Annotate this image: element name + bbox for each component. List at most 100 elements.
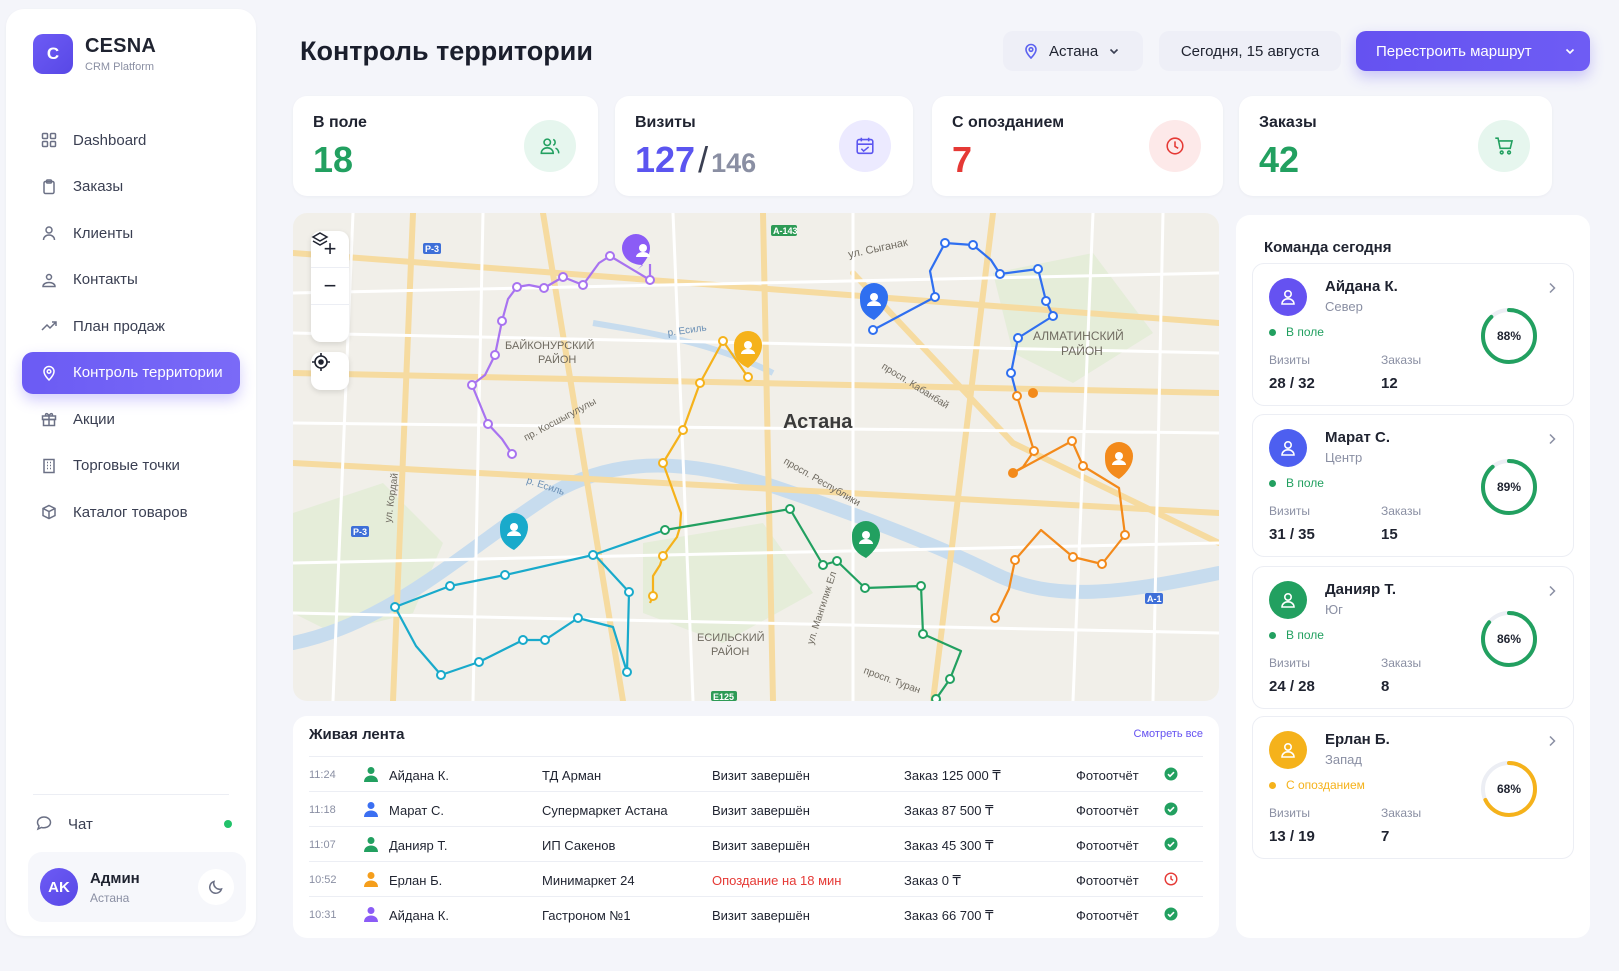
sidebar-item-orders[interactable]: Заказы [22,166,240,208]
chevron-right-icon[interactable] [1547,585,1557,597]
zoom-out-button[interactable]: − [311,268,349,305]
map-street-label: р. Есиль [667,323,707,339]
member-status-label: В поле [1286,628,1324,642]
sidebar-item-label: Клиенты [73,224,134,242]
team-member-card[interactable]: Ерлан Б. Запад С опозданием Визиты Заказы 13 … [1252,716,1574,859]
kpi-orders: Заказы 42 [1239,96,1552,196]
feed-agent-name[interactable]: Айдана К. [389,768,449,783]
member-status-label: В поле [1286,476,1324,490]
progress-percent: 88% [1496,329,1522,343]
avatar: AK [40,868,78,906]
theme-toggle-button[interactable] [198,869,234,905]
feed-outlet[interactable]: Супермаркет Астана [542,803,668,818]
kpi-visits-slash: / [698,139,709,180]
agent-pin-cyan[interactable] [500,513,528,550]
agent-pin-blue[interactable] [860,283,888,320]
sidebar-item-outlets[interactable]: Торговые точки [22,445,240,487]
map-district-label: БАЙКОНУРСКИЙ [505,339,594,352]
sidebar-item-dashboard[interactable]: Dashboard [22,119,240,161]
agent-pin-green[interactable] [852,521,880,558]
chevron-right-icon[interactable] [1547,433,1557,445]
sidebar-item-promotions[interactable]: Акции [22,398,240,440]
team-member-card[interactable]: Данияр Т. Юг В поле Визиты Заказы 24 / 28 8 86% [1252,566,1574,709]
online-indicator [224,820,232,828]
rebuild-route-button[interactable]: Перестроить маршрут [1356,31,1590,71]
feed-status: Визит завершён [712,803,810,818]
feed-agent-name[interactable]: Данияр Т. [389,838,447,853]
date-picker[interactable]: Сегодня, 15 августа [1159,31,1341,71]
feed-row[interactable]: 11:24 Айдана К. ТД Арман Визит завершён Зака… [309,756,1203,791]
feed-row[interactable]: 11:18 Марат С. Супермаркет Астана Визит зав… [309,791,1203,826]
user-card[interactable]: AK Админ Астана [28,852,246,922]
map-street-label: просп. Туран [862,665,922,696]
user-icon [1281,289,1295,305]
feed-time: 11:24 [309,769,336,781]
chat-link[interactable]: Чат [36,815,232,833]
feed-agent-name[interactable]: Марат С. [389,803,444,818]
feed-outlet[interactable]: Гастроном №1 [542,908,631,923]
member-name: Айдана К. [1325,278,1398,295]
sidebar-item-label: Dashboard [73,131,147,149]
feed-photo-report[interactable]: Фотоотчёт [1076,768,1139,783]
brand[interactable]: C CESNA CRM Platform [33,34,156,74]
feed-outlet[interactable]: ИП Сакенов [542,838,615,853]
feed-row[interactable]: 11:07 Данияр Т. ИП Сакенов Визит завершён За… [309,826,1203,861]
feed-row[interactable]: 10:52 Ерлан Б. Минимаркет 24 Опоздание на 1… [309,861,1203,896]
feed-photo-report[interactable]: Фотоотчёт [1076,873,1139,888]
chevron-right-icon[interactable] [1547,282,1557,294]
users-icon [524,120,576,172]
building-icon [40,457,58,475]
map-district-label: РАЙОН [538,353,576,366]
agent-pin-orange[interactable] [1105,442,1133,479]
feed-photo-report[interactable]: Фотоотчёт [1076,838,1139,853]
visits-value: 31 / 35 [1269,526,1315,543]
locate-me-button[interactable] [311,352,349,390]
feed-agent-name[interactable]: Ерлан Б. [389,873,442,888]
feed-order: Заказ 87 500 ₸ [904,803,994,818]
view-all-link[interactable]: Смотреть все [1134,728,1203,740]
agent-avatar-icon [364,872,378,887]
feed-order: Заказ 125 000 ₸ [904,768,1001,783]
agent-avatar-icon [364,802,378,817]
date-picker-value: Сегодня, 15 августа [1180,42,1320,60]
sidebar-item-sales-plan[interactable]: План продаж [22,305,240,347]
chevron-right-icon[interactable] [1547,735,1557,747]
orders-label: Заказы [1381,353,1422,367]
sidebar-item-contacts[interactable]: Контакты [22,259,240,301]
feed-row[interactable]: 10:31 Айдана К. Гастроном №1 Визит завершён… [309,896,1203,931]
sidebar-item-clients[interactable]: Клиенты [22,212,240,254]
team-member-card[interactable]: Айдана К. Север В поле Визиты Заказы 28 / 32 1… [1252,263,1574,406]
kpi-visits-total: 146 [711,148,757,178]
member-status: В поле [1269,628,1324,642]
brand-logo: C [33,34,73,74]
member-status-label: С опозданием [1286,778,1365,792]
map-district-label: РАЙОН [1061,343,1103,358]
member-region: Юг [1325,602,1343,617]
feed-outlet[interactable]: Минимаркет 24 [542,873,635,888]
city-select[interactable]: Астана [1003,31,1143,71]
user-icon [1281,440,1295,456]
feed-photo-report[interactable]: Фотоотчёт [1076,803,1139,818]
road-badge: А-143 [773,226,798,236]
territory-map[interactable]: Астана БАЙКОНУРСКИЙ РАЙОН АЛМАТИНСКИЙ РА… [293,213,1219,701]
feed-photo-report[interactable]: Фотоотчёт [1076,908,1139,923]
agent-avatar-icon [364,767,378,782]
feed-list: 11:24 Айдана К. ТД Арман Визит завершён Зака… [309,756,1203,931]
chevron-down-icon[interactable] [1564,45,1576,57]
feed-time: 11:07 [309,839,336,851]
feed-outlet[interactable]: ТД Арман [542,768,601,783]
chevron-down-icon [1110,48,1119,55]
kpi-label: С опозданием [952,114,1065,131]
map-layers-button[interactable] [311,232,349,342]
team-member-card[interactable]: Марат С. Центр В поле Визиты Заказы 31 / 35 15… [1252,414,1574,557]
feed-agent-name[interactable]: Айдана К. [389,908,449,923]
kpi-late: С опозданием 7 [932,96,1223,196]
sidebar-item-catalog[interactable]: Каталог товаров [22,491,240,533]
feed-time: 10:31 [309,909,337,921]
visits-value: 24 / 28 [1269,678,1315,695]
rebuild-route-label: Перестроить маршрут [1376,42,1532,60]
map-zoom-controls: + − [311,231,349,342]
dashboard-icon [40,131,58,149]
map-canvas[interactable]: Астана БАЙКОНУРСКИЙ РАЙОН АЛМАТИНСКИЙ РА… [293,213,1219,701]
sidebar-item-territory-control[interactable]: Контроль территории [22,351,240,394]
